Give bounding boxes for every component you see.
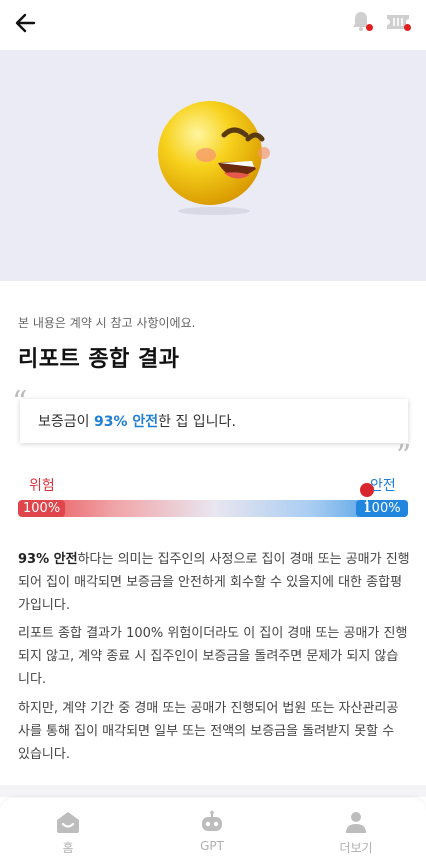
nav-gpt[interactable]: GPT (172, 810, 252, 853)
quote-close-mark: ” (396, 439, 412, 474)
summary-highlight: 93% 안전 (93, 414, 159, 430)
top-bar (0, 0, 426, 46)
section-divider (0, 785, 426, 797)
page-title: 리포트 종합 결과 (18, 347, 180, 372)
coupon-button[interactable] (385, 11, 411, 33)
danger-label: 위험 (29, 478, 55, 494)
person-icon (346, 812, 366, 833)
summary-suffix: 한 집 입니다. (158, 414, 236, 430)
description-paragraph-1: 93% 안전하다는 의미는 집주인의 사정으로 집이 경매 또는 공매가 진행되… (18, 548, 410, 617)
nav-more[interactable]: 더보기 (316, 810, 396, 856)
home-icon (57, 812, 79, 833)
danger-value-pill: 100% (18, 500, 66, 517)
summary-quote: 보증금이 93% 안전한 집 입니다. (20, 399, 408, 443)
bottom-nav: 홈 GPT 더보기 (0, 798, 426, 867)
description-paragraph-3: 하지만, 계약 기간 중 경매 또는 공매가 진행되어 법원 또는 자산관리공사… (18, 701, 399, 762)
back-button[interactable] (12, 9, 40, 37)
nav-gpt-label: GPT (200, 839, 224, 853)
coupon-badge (404, 24, 411, 31)
nav-home-label: 홈 (62, 841, 74, 855)
safety-gauge-bar (20, 500, 408, 517)
description-highlight: 93% 안전 (18, 552, 78, 567)
summary-prefix: 보증금이 (38, 414, 94, 430)
robot-icon (202, 810, 222, 831)
nav-more-label: 더보기 (339, 841, 373, 855)
description-text-1: 하다는 의미는 집주인의 사정으로 집이 경매 또는 공매가 진행되어 집이 매… (18, 552, 410, 613)
result-hero (0, 50, 426, 281)
gauge-marker-icon (360, 483, 374, 512)
description-paragraph-2: 리포트 종합 결과가 100% 위험이더라도 이 집이 경매 또는 공매가 진행… (18, 626, 408, 687)
reference-notice: 본 내용은 계약 시 참고 사항이에요. (18, 316, 196, 330)
smiling-face-icon (158, 101, 270, 215)
notification-button[interactable] (349, 9, 373, 33)
notification-badge (366, 24, 373, 31)
arrow-left-icon (15, 13, 36, 33)
nav-home[interactable]: 홈 (28, 810, 108, 856)
